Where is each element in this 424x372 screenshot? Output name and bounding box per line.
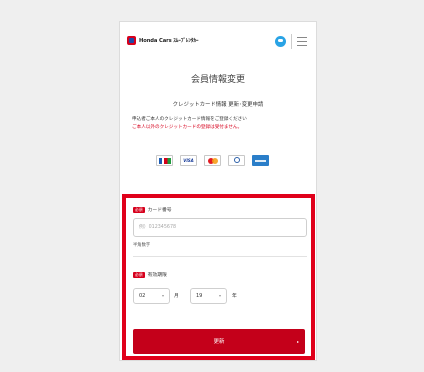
card-number-label: カード番号 <box>147 208 172 213</box>
divider <box>133 256 307 257</box>
expiry-label-row: 必須 有効期限 <box>133 271 167 278</box>
diners-icon <box>228 155 245 166</box>
month-unit: 月 <box>174 294 179 299</box>
expiry-month-select[interactable]: 02 ▾ <box>133 288 170 304</box>
update-button[interactable]: 更新 ▸ <box>133 329 305 354</box>
visa-icon: VISA <box>180 155 197 166</box>
required-badge: 必須 <box>133 206 145 213</box>
update-button-label: 更新 <box>213 339 225 345</box>
expiry-year-value: 19 <box>196 293 203 299</box>
page-title: 会員情報変更 <box>190 75 245 85</box>
logo-text: Honda Cars ｽﾑｰﾌﾞﾚﾝﾀｶｰ <box>139 38 199 44</box>
header-divider <box>291 34 292 49</box>
page-subtitle: クレジットカード情報 更新･変更申請 <box>172 102 264 108</box>
required-badge: 必須 <box>133 271 145 278</box>
hamburger-menu-icon[interactable] <box>297 37 307 46</box>
expiry-year-select[interactable]: 19 ▾ <box>190 288 227 304</box>
card-brand-list: VISA <box>156 155 269 166</box>
site-header: Honda Cars ｽﾑｰﾌﾞﾚﾝﾀｶｰ <box>120 22 316 60</box>
site-logo[interactable]: Honda Cars ｽﾑｰﾌﾞﾚﾝﾀｶｰ <box>127 36 198 45</box>
chat-icon[interactable] <box>275 36 286 47</box>
amex-icon <box>252 155 269 166</box>
chevron-right-icon: ▸ <box>296 339 299 344</box>
mastercard-icon <box>204 155 221 166</box>
notice-text: 申込者ご本人のクレジットカード情報をご登録ください <box>132 117 247 122</box>
jcb-icon <box>156 155 173 166</box>
expiry-month-value: 02 <box>139 293 146 299</box>
expiry-label: 有効期限 <box>147 273 167 278</box>
card-number-label-row: 必須 カード番号 <box>133 206 172 213</box>
warning-text: ご本人以外のクレジットカードの登録は受付ません。 <box>132 125 243 130</box>
honda-logo-icon <box>127 36 136 45</box>
chevron-down-icon: ▾ <box>218 293 221 298</box>
chevron-down-icon: ▾ <box>161 293 164 298</box>
card-number-input[interactable] <box>133 218 307 237</box>
card-number-hint: 半角数字 <box>133 243 151 248</box>
year-unit: 年 <box>232 294 237 299</box>
card-update-form: 必須 カード番号 半角数字 必須 有効期限 02 ▾ 月 19 ▾ 年 更新 ▸ <box>122 194 315 360</box>
